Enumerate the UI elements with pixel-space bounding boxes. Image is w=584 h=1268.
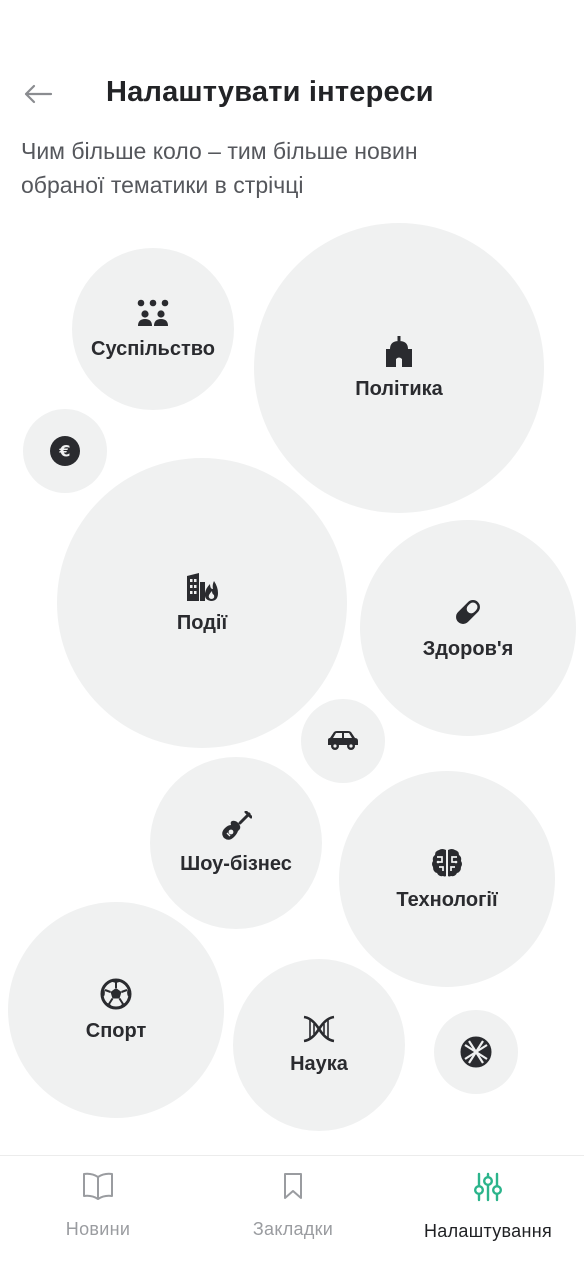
topic-label: Політика [355,377,443,400]
topic-bubble-auto[interactable] [301,699,385,783]
topic-bubble-health[interactable]: Здоров'я [360,520,576,736]
topic-bubble-technology[interactable]: Технології [339,771,555,987]
bookmark-icon [281,1172,305,1205]
topic-bubble-showbiz[interactable]: Шоу-бізнес [150,757,322,929]
pill-icon [452,596,484,628]
topic-bubble-economy[interactable]: € [23,409,107,493]
soccer-ball-icon [100,978,132,1010]
nav-tab-bookmarks[interactable]: Закладки [203,1172,383,1240]
topic-label: Події [176,611,228,634]
topic-bubble-society[interactable]: Суспільство [72,248,234,410]
dna-icon [302,1015,336,1043]
topic-bubble-politics[interactable]: Політика [254,223,544,513]
bottom-navigation: Новини Закладки Налаштування [0,1155,584,1268]
city-fire-icon [185,572,219,602]
topic-bubble-science[interactable]: Наука [233,959,405,1131]
car-icon [326,730,360,752]
topic-bubble-events[interactable]: Події [57,458,347,748]
nav-label: Налаштування [423,1221,552,1241]
sliders-icon [473,1172,503,1207]
topic-bubble-sport[interactable]: Спорт [8,902,224,1118]
people-icon [136,298,170,328]
topic-label: Наука [290,1052,348,1075]
guitar-icon [220,810,252,843]
topic-label: Технології [396,888,498,911]
topic-bubbles: Суспільство Політика € Події Здоров'я Шо… [0,0,584,1150]
government-building-icon [383,335,415,368]
nav-label: Новини [65,1219,131,1239]
globe-icon [460,1036,492,1068]
settings-interests-screen: Налаштувати інтереси Чим більше коло – т… [0,0,584,1268]
topic-label: Шоу-бізнес [180,852,292,875]
topic-label: Суспільство [91,337,215,360]
svg-text:€: € [58,442,70,461]
euro-icon: € [49,435,81,467]
brain-chip-icon [431,847,463,879]
nav-label: Закладки [252,1219,334,1239]
book-icon [82,1172,114,1205]
topic-label: Здоров'я [422,637,514,660]
topic-label: Спорт [85,1019,147,1042]
topic-bubble-world[interactable] [434,1010,518,1094]
nav-tab-news[interactable]: Новини [8,1172,188,1240]
nav-tab-settings[interactable]: Налаштування [398,1172,578,1242]
